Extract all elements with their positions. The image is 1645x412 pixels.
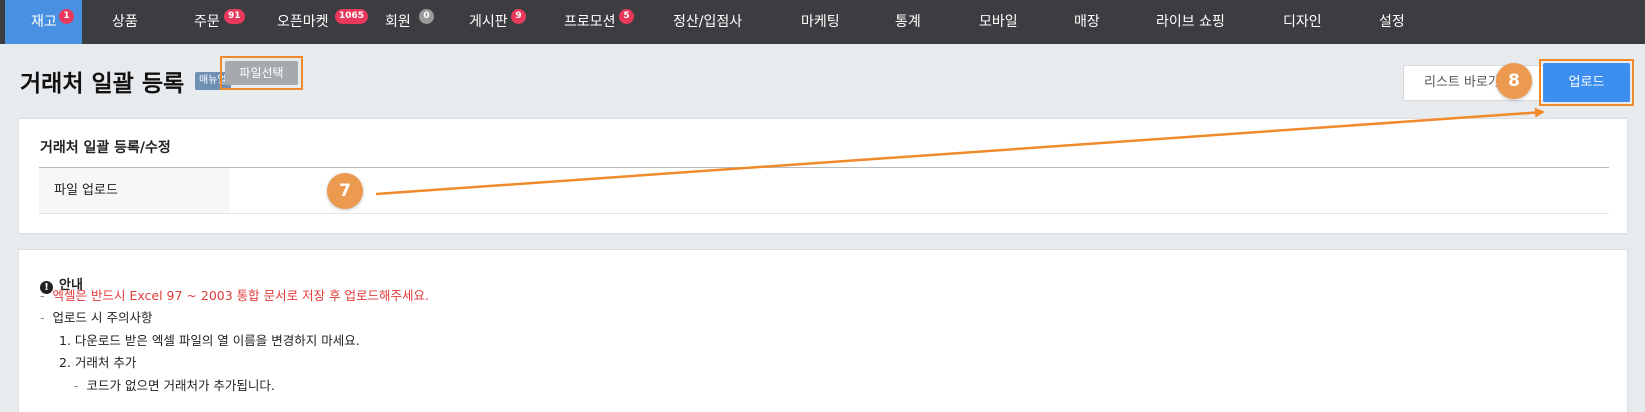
nav-label: 상품 [112,14,138,30]
nav-badge: 9 [511,9,526,24]
nav-label: 라이브 쇼핑 [1156,14,1225,30]
nav-label: 모바일 [979,14,1018,30]
nav-item-design[interactable]: 디자인 [1283,0,1322,44]
nav-item-member[interactable]: 회원 0 [385,0,434,44]
page-title: 거래처 일괄 등록 [20,71,185,97]
nav-badge: 91 [224,9,245,24]
dash-icon: - [40,288,45,303]
guide-caution-item-2: 2. 거래처 추가 [59,355,137,370]
nav-label: 마케팅 [801,14,840,30]
guide-notice-excel: - 엑셀은 반드시 Excel 97 ~ 2003 통합 문서로 저장 후 업로드… [40,285,429,304]
nav-label: 프로모션 [564,14,616,30]
upload-form-card: 거래처 일괄 등록/수정 파일 업로드 [18,118,1628,234]
nav-item-settings[interactable]: 설정 [1379,0,1405,44]
guide-caution-heading: - 업로드 시 주의사항 [40,307,152,326]
nav-badge: 0 [419,9,434,24]
guide-caution-text: 업로드 시 주의사항 [52,310,153,325]
nav-label: 통계 [895,14,921,30]
nav-label: 매장 [1074,14,1100,30]
nav-item-open-market[interactable]: 오픈마켓 1065 [277,0,369,44]
guide-caution-item-1: 1. 다운로드 받은 엑셀 파일의 열 이름을 변경하지 마세요. [59,333,360,348]
nav-item-statistics[interactable]: 통계 [895,0,921,44]
dash-icon: - [74,378,79,393]
nav-item-product[interactable]: 상품 [112,0,138,44]
guide-card: ! 안내 - 엑셀은 반드시 Excel 97 ~ 2003 통합 문서로 저장 후… [18,249,1628,412]
section-title: 거래처 일괄 등록/수정 [40,140,171,156]
nav-badge: 1065 [335,9,369,24]
nav-item-live-shopping[interactable]: 라이브 쇼핑 [1156,0,1225,44]
nav-label: 디자인 [1283,14,1322,30]
file-upload-label: 파일 업로드 [39,168,229,214]
nav-badge: 5 [619,9,634,24]
nav-item-stock[interactable]: 재고 1 [5,0,82,44]
nav-item-board[interactable]: 게시판 9 [469,0,526,44]
nav-label: 재고 [31,14,57,30]
nav-item-mobile[interactable]: 모바일 [979,0,1018,44]
step-8-marker: 8 [1496,63,1532,99]
nav-item-settlement[interactable]: 정산/입점사 [673,0,742,44]
nav-label: 주문 [194,14,220,30]
file-select-button[interactable]: 파일선택 [225,61,298,85]
nav-label: 정산/입점사 [673,14,743,30]
upload-button[interactable]: 업로드 [1543,63,1630,102]
dash-icon: - [40,310,45,325]
guide-notice-text: 엑셀은 반드시 Excel 97 ~ 2003 통합 문서로 저장 후 업로드해… [52,288,430,303]
nav-label: 게시판 [469,14,508,30]
nav-item-order[interactable]: 주문 91 [194,0,245,44]
nav-label: 설정 [1379,14,1405,30]
nav-badge: 1 [59,9,74,24]
guide-caution-subitem: - 코드가 없으면 거래처가 추가됩니다. [74,375,275,394]
guide-subitem-text: 코드가 없으면 거래처가 추가됩니다. [86,378,275,393]
file-upload-field [229,168,1609,214]
step-7-marker: 7 [327,173,363,209]
nav-label: 회원 [385,14,411,30]
top-nav: 재고 1 상품 주문 91 오픈마켓 1065 회원 0 게시판 9 프로모션 … [0,0,1645,44]
nav-item-promotion[interactable]: 프로모션 5 [564,0,634,44]
nav-label: 오픈마켓 [277,14,329,30]
nav-item-store[interactable]: 매장 [1074,0,1100,44]
nav-item-marketing[interactable]: 마케팅 [801,0,840,44]
